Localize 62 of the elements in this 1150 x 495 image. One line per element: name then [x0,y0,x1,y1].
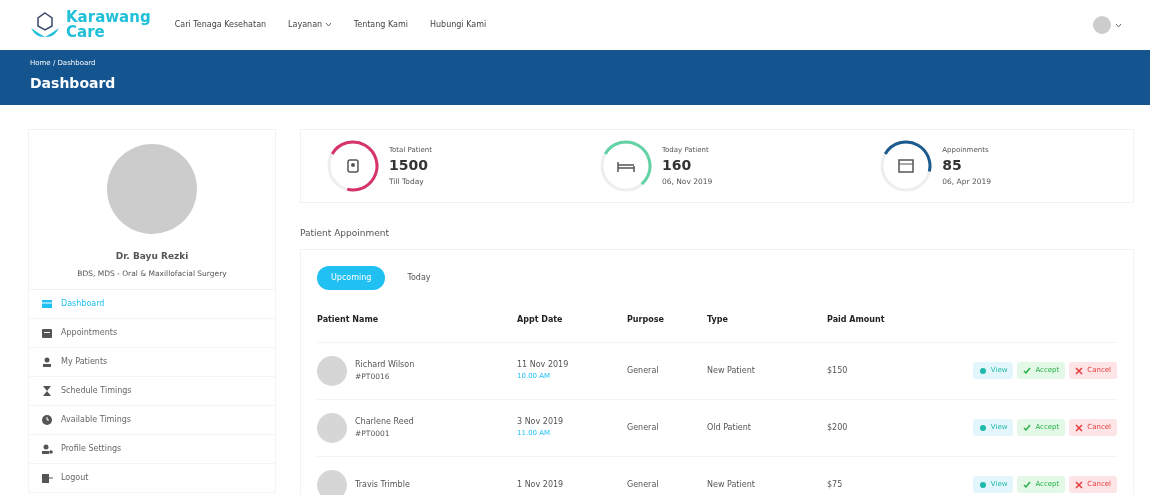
check-icon [1023,480,1032,489]
brand-text: Care [66,25,105,40]
caret-icon [1115,22,1122,28]
stat-icon [898,159,915,173]
table-cell-text: $150 [827,364,849,377]
column-header: Appt Date [517,313,564,326]
patient-name: Charlene Reed [355,415,414,428]
nav-link[interactable]: Tentang Kami [353,19,408,31]
tab[interactable]: Today [393,265,445,290]
table-cell-text: $75 [827,478,844,491]
appt-date: 11 Nov 2019 [517,359,570,372]
close-icon [1075,366,1084,375]
sidebar-item[interactable]: Profile Settings [28,434,276,464]
table-cell-text: General [627,364,660,377]
nav-link[interactable]: Layanan [288,19,332,31]
stat-value: 85 [942,156,963,176]
sidebar-item[interactable]: Available Timings [28,405,276,435]
caret-icon [324,22,332,27]
logo-icon [28,10,62,40]
page-title: Dashboard [30,73,117,93]
nav-link[interactable]: Cari Tenaga Kesehatan [174,19,267,31]
stat-value: 1500 [389,156,429,176]
table-cell-text: General [627,421,660,434]
column-header: Type [707,313,729,326]
patient-avatar [317,412,347,443]
stat-value: 160 [661,156,693,176]
check-icon [1023,423,1032,432]
user-settings-icon [41,442,53,455]
doctor-name: Dr. Bayu Rezki [115,250,189,263]
sidebar-item[interactable]: Appointments [28,318,276,348]
dashboard-icon [41,297,53,310]
table-cell-text: New Patient [707,478,756,491]
patient-name: Richard Wilson [355,358,415,371]
sidebar-item[interactable]: Logout [28,463,276,493]
close-icon [1075,480,1084,489]
column-header: Purpose [627,313,665,326]
appt-date: 1 Nov 2019 [517,478,565,491]
patient-avatar [317,469,347,495]
column-header: Patient Name [317,313,380,326]
sidebar-item[interactable]: My Patients [28,347,276,377]
sidebar-item[interactable]: Schedule Timings [28,376,276,406]
close-icon [1075,423,1084,432]
calendar-icon [41,326,53,339]
nav-link[interactable]: Hubungi Kami [430,19,487,31]
table-cell-text: $200 [827,421,849,434]
section-title: Patient Appoinment [300,227,391,240]
clock-icon [41,413,53,426]
patient-avatar [317,355,347,386]
table-cell-text: Old Patient [707,421,752,434]
table-cell-text: New Patient [707,364,756,377]
table-cell-text: General [627,478,660,491]
user-icon [41,355,53,368]
stat-icon [347,159,359,173]
check-icon [1023,366,1032,375]
stat-icon [617,161,635,173]
patient-name: Travis Trimble [355,478,410,491]
avatar-icon [1093,16,1111,34]
hourglass-icon [41,384,53,397]
brand-text: Karawang [66,10,151,25]
column-header: Paid Amount [827,313,886,326]
logout-icon [41,471,53,484]
appt-date: 3 Nov 2019 [517,416,565,429]
